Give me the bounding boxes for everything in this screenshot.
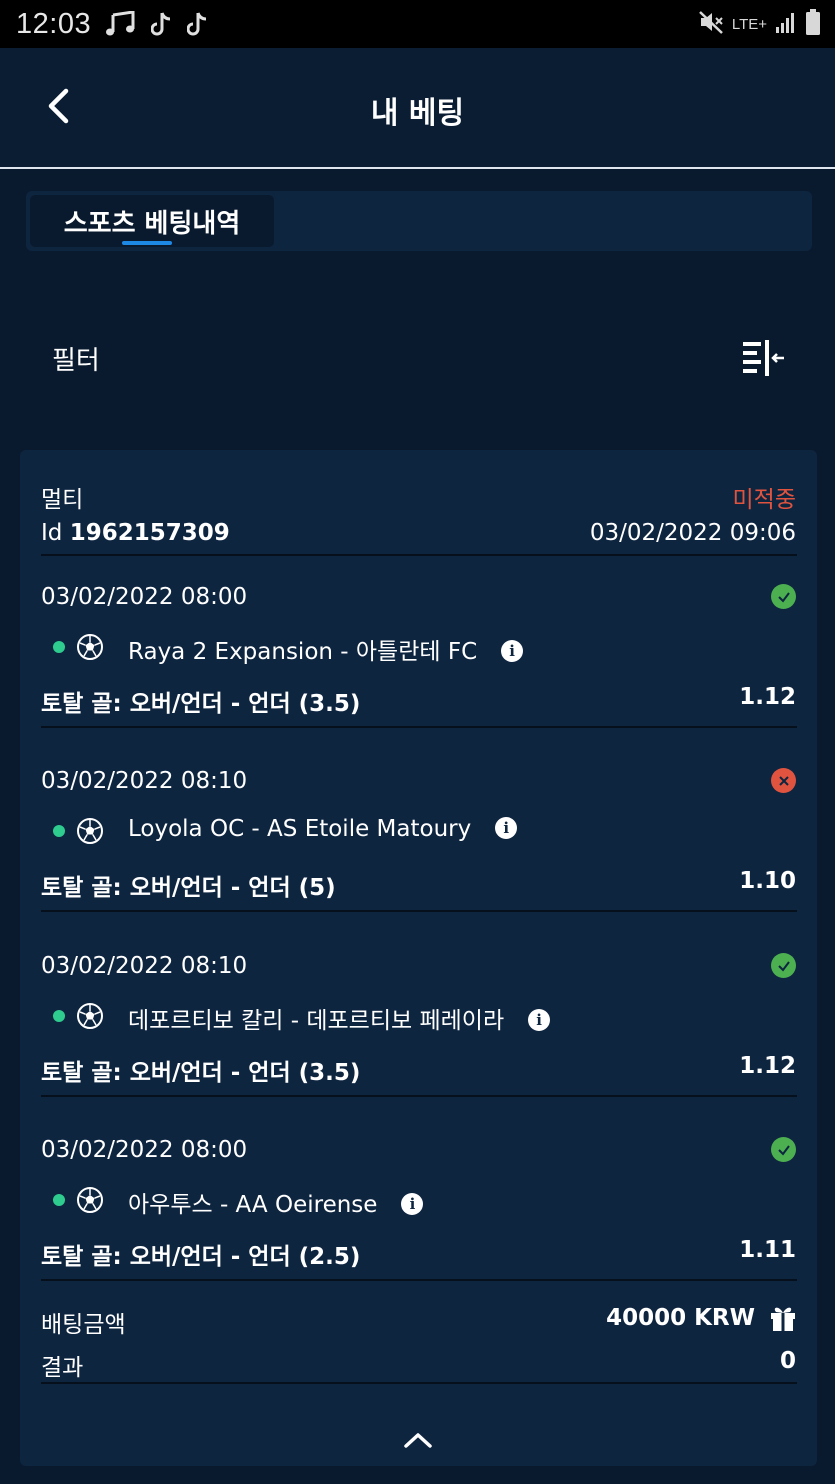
bet-leg: 03/02/2022 08:00 아우투스 - AA Oeirense i 토탈 … (20, 1109, 817, 1293)
match-name: 데포르티보 칼리 - 데포르티보 페레이라 i (128, 1001, 551, 1035)
market-selection: 토탈 골: 오버/언더 - 언더 (3.5) (41, 691, 361, 717)
divider (41, 910, 797, 912)
status-bar: 12:03 LTE+ (0, 0, 835, 48)
filter-row: 필터 (0, 330, 835, 390)
collapse-button[interactable] (398, 1430, 438, 1456)
match-label: 데포르티보 칼리 - 데포르티보 페레이라 (128, 1008, 505, 1034)
filter-icon (743, 340, 784, 376)
check-icon (777, 591, 790, 603)
tiktok-icon (151, 11, 173, 37)
match-label: Raya 2 Expansion - 아틀란테 FC (128, 639, 478, 665)
match-name: 아우투스 - AA Oeirense i (128, 1185, 424, 1219)
bet-type: 멀티 (41, 487, 84, 513)
odds-value: 1.12 (739, 1053, 796, 1079)
divider (41, 1382, 797, 1384)
odds-value: 1.11 (739, 1237, 796, 1263)
bet-status: 미적중 (732, 487, 796, 513)
leg-result-won (771, 584, 796, 609)
leg-result-lost (771, 768, 796, 793)
bet-leg: 03/02/2022 08:10 Loyola OC - AS Etoile M… (20, 740, 817, 924)
tab-bar: 스포츠 베팅내역 (26, 191, 812, 251)
soccer-ball-icon (77, 634, 103, 660)
tiktok-icon (187, 11, 209, 37)
leg-result-won (771, 1137, 796, 1162)
bet-leg: 03/02/2022 08:10 데포르티보 칼리 - 데포르티보 페레이라 i … (20, 925, 817, 1109)
info-icon[interactable]: i (501, 640, 524, 662)
leg-date: 03/02/2022 08:10 (41, 953, 248, 979)
bet-id: Id 1962157309 (41, 520, 230, 546)
bet-card: 멀티 미적중 Id 1962157309 03/02/2022 09:06 03… (20, 450, 817, 1466)
soccer-ball-icon (77, 818, 103, 844)
check-icon (777, 960, 790, 972)
result-value: 0 (779, 1348, 796, 1374)
status-time: 12:03 (16, 7, 92, 40)
market-selection: 토탈 골: 오버/언더 - 언더 (5) (41, 875, 336, 901)
bet-placed-date: 03/02/2022 09:06 (589, 520, 796, 546)
live-indicator (53, 1010, 65, 1022)
tab-label: 스포츠 베팅내역 (63, 208, 241, 239)
result-label: 결과 (41, 1355, 84, 1381)
divider (41, 1279, 797, 1281)
live-indicator (53, 1194, 65, 1206)
market-selection: 토탈 골: 오버/언더 - 언더 (3.5) (41, 1060, 361, 1086)
bet-id-prefix: Id (41, 520, 63, 546)
live-indicator (53, 825, 65, 837)
mute-icon (698, 9, 724, 39)
bet-id-number: 1962157309 (69, 520, 230, 546)
leg-date: 03/02/2022 08:10 (41, 768, 248, 794)
filter-button[interactable] (740, 338, 788, 380)
odds-value: 1.10 (739, 868, 796, 894)
chevron-up-icon (404, 1433, 432, 1448)
leg-result-won (771, 953, 796, 978)
stake-value: 40000 KRW (606, 1305, 755, 1331)
match-label: 아우투스 - AA Oeirense (128, 1192, 378, 1218)
divider (41, 726, 797, 728)
active-tab-indicator (122, 241, 172, 245)
odds-value: 1.12 (739, 684, 796, 710)
bet-leg: 03/02/2022 08:00 Raya 2 Expansion - 아틀란테… (20, 556, 817, 740)
gift-icon[interactable] (769, 1304, 797, 1332)
soccer-ball-icon (77, 1003, 103, 1029)
app-header: 내 베팅 (0, 48, 835, 169)
market-selection: 토탈 골: 오버/언더 - 언더 (2.5) (41, 1244, 361, 1270)
network-type: LTE+ (731, 15, 767, 33)
tab-sports-bet-history[interactable]: 스포츠 베팅내역 (30, 195, 274, 247)
divider (41, 1095, 797, 1097)
stake-label: 배팅금액 (41, 1312, 126, 1338)
check-icon (777, 1144, 790, 1156)
info-icon[interactable]: i (528, 1009, 551, 1031)
match-label: Loyola OC - AS Etoile Matoury (128, 816, 472, 842)
music-note-icon (105, 11, 137, 37)
signal-icon (775, 9, 797, 39)
info-icon[interactable]: i (495, 817, 518, 839)
page-title: 내 베팅 (370, 96, 465, 131)
leg-date: 03/02/2022 08:00 (41, 1137, 248, 1163)
soccer-ball-icon (77, 1187, 103, 1213)
battery-icon (805, 8, 821, 40)
cross-icon (778, 775, 789, 786)
leg-date: 03/02/2022 08:00 (41, 584, 248, 610)
match-name: Loyola OC - AS Etoile Matoury i (128, 816, 518, 842)
match-name: Raya 2 Expansion - 아틀란테 FC i (128, 632, 524, 666)
info-icon[interactable]: i (401, 1193, 424, 1215)
filter-label: 필터 (52, 346, 100, 376)
live-indicator (53, 641, 65, 653)
